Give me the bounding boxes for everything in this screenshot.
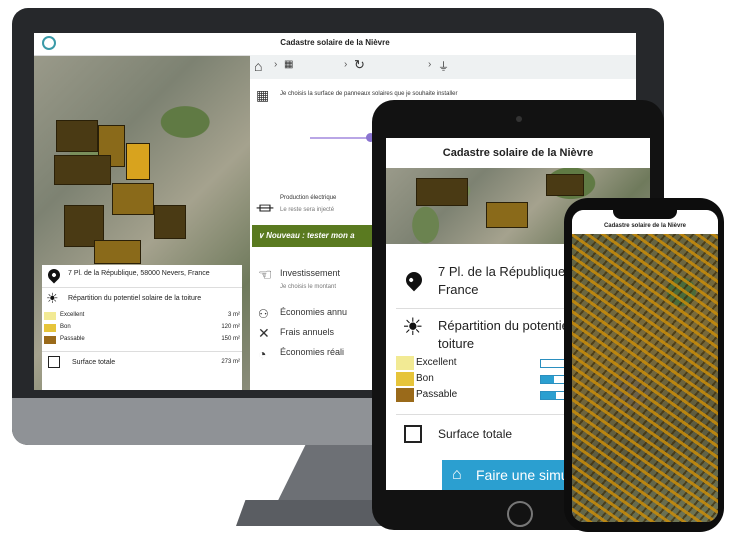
tools-icon: ✕ [258,325,270,341]
surface-label: Surface totale [72,359,116,366]
plug-icon[interactable]: ⏚ [438,58,449,74]
production-label: Production électrique [280,195,337,201]
panel-intro: Je choisis la surface de panneaux solair… [280,91,458,97]
stepper: ⌂ › ▦ › ↻ › ⏚ [250,55,636,79]
tablet-address-line1: 7 Pl. de la République, 5 [438,264,580,279]
sun-icon: ☀ [402,314,424,341]
tablet-repartition-line2: toiture [438,336,475,351]
surface-icon [48,356,60,368]
app-title: Cadastre solaire de la Nièvre [280,38,390,47]
roof-tile[interactable] [112,183,154,215]
legend-label-passable: Passable [60,336,85,342]
hand-coin-icon: ☜ [258,267,273,284]
legend-bar-fill [541,376,554,383]
phone-notch [613,205,677,219]
phone-title: Cadastre solaire de la Nièvre [603,223,687,229]
tablet-address-line2: France [438,282,479,297]
address-panel: 7 Pl. de la République, 58000 Nevers, Fr… [42,265,242,390]
new-feature-banner[interactable]: ∨ Nouveau : tester mon a [252,225,392,247]
legend-value-passable: 150 m² [221,336,240,342]
invest-label: Investissement [280,268,341,278]
refresh-icon[interactable]: ↻ [354,57,365,73]
production-sub: Le reste sera injecté [280,207,335,213]
home-icon: ⌂ [452,466,462,483]
roof-tile[interactable] [154,205,186,239]
roof-tile-selected[interactable] [126,143,150,180]
sun-icon: ☀ [46,290,59,306]
savings-icon: ⚇ [258,307,269,321]
tablet-header: Cadastre solaire de la Nièvre [386,138,650,169]
legend-label-bon: Bon [416,373,434,384]
frais-label: Frais annuels [280,327,335,337]
legend-label-bon: Bon [60,324,71,330]
tablet-title: Cadastre solaire de la Nièvre [442,147,594,159]
tablet-repartition-line1: Répartition du potentie [438,318,569,333]
location-pin-icon [45,266,63,284]
eco-real-label: Économies réali [280,347,345,357]
grid-panel-icon: ▦ [256,87,270,103]
legend-label-passable: Passable [416,389,458,400]
tablet-surface-label: Surface totale [438,427,513,441]
legend-swatch-passable [44,336,56,344]
phone-map-view[interactable] [572,234,718,522]
desktop-header: Cadastre solaire de la Nièvre [34,33,636,56]
roof-tile[interactable] [54,155,111,185]
chevron-right-icon: › [344,59,348,70]
legend-label-excellent: Excellent [60,312,85,318]
roof-tile[interactable] [416,178,468,206]
chevron-right-icon: › [274,59,278,70]
piggy-bank-icon: ◔ [258,346,267,362]
roof-tile[interactable] [56,120,98,152]
solar-panel-icon[interactable]: ▦ [284,59,293,70]
phone-screen: Cadastre solaire de la Nièvre [572,210,718,522]
chevron-right-icon: › [428,59,432,70]
plug-icon: ⏛ [256,199,274,219]
surface-icon [404,425,422,443]
legend-value-excellent: 3 m² [228,312,240,318]
home-icon[interactable]: ⌂ [254,58,262,74]
roof-tile[interactable] [546,174,584,196]
tablet-camera [516,116,522,122]
legend-value-bon: 120 m² [221,324,240,330]
legend-swatch-passable [396,388,414,402]
surface-value: 273 m² [221,359,240,365]
invest-sub: Je choisis le montant [280,284,337,290]
repartition-title: Répartition du potentiel solaire de la t… [68,295,202,302]
legend-bar-fill [541,392,557,399]
eco-annual-label: Économies annu [280,307,348,317]
roof-tile[interactable] [486,202,528,228]
legend-label-excellent: Excellent [416,357,457,368]
legend-swatch-bon [396,372,414,386]
legend-swatch-bon [44,324,56,332]
tablet-home-button[interactable] [507,501,533,527]
roof-tile[interactable] [94,240,141,264]
location-pin-icon [402,268,426,292]
legend-swatch-excellent [396,356,414,370]
address-text: 7 Pl. de la République, 58000 Nevers, Fr… [68,270,210,277]
legend-swatch-excellent [44,312,56,320]
